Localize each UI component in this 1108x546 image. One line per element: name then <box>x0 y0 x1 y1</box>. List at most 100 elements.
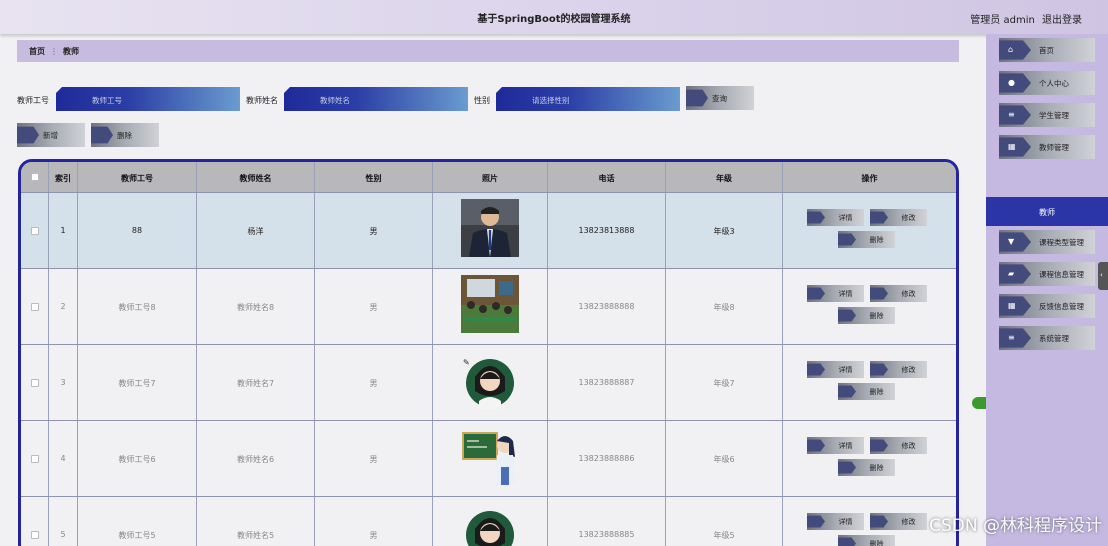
row-checkbox[interactable] <box>31 303 39 311</box>
row-checkbox[interactable] <box>31 227 39 235</box>
row-delete-button[interactable]: 删除 <box>838 383 895 400</box>
sidebar-item-label: 教师管理 <box>1039 143 1069 152</box>
batch-delete-button[interactable]: 删除 <box>91 123 159 147</box>
svg-text:✎: ✎ <box>463 358 470 367</box>
sidebar-item-label: 课程信息管理 <box>1039 270 1084 279</box>
breadcrumb-current: 教师 <box>63 47 79 56</box>
select-all-cell <box>21 162 49 192</box>
add-button-label: 新增 <box>43 131 58 140</box>
edit-button[interactable]: 修改 <box>870 437 927 454</box>
cell-index: 3 <box>49 345 78 421</box>
cell-grade: 年级6 <box>666 421 783 497</box>
breadcrumb-home[interactable]: 首页 <box>29 47 45 56</box>
col-actions: 操作 <box>861 174 878 183</box>
col-index: 索引 <box>49 162 78 192</box>
table-header: 索引 教师工号 教师姓名 性别 照片 电话 年级 操作 <box>21 162 956 192</box>
user-icon: ● <box>1008 78 1015 87</box>
cell-teacher-name: 教师姓名6 <box>197 421 315 497</box>
teacher-name-input[interactable]: 教师姓名 <box>284 87 468 111</box>
cell-gender: 男 <box>315 193 433 269</box>
chevron-right-icon <box>838 461 856 474</box>
row-checkbox[interactable] <box>31 531 39 539</box>
edit-button[interactable]: 修改 <box>870 209 927 226</box>
row-delete-button[interactable]: 删除 <box>838 307 895 324</box>
detail-button-label: 详情 <box>838 290 853 298</box>
float-widget[interactable] <box>972 397 986 409</box>
add-button[interactable]: 新增 <box>17 123 85 147</box>
col-teacher-id: 教师工号 <box>78 162 197 192</box>
cell-teacher-name: 教师姓名8 <box>197 269 315 345</box>
chevron-right-icon <box>807 363 825 376</box>
sidebar-item-5[interactable]: ▼ 课程类型管理 <box>999 230 1095 254</box>
cell-index: 1 <box>49 193 78 269</box>
sidebar-item-7[interactable]: ▦ 反馈信息管理 <box>999 294 1095 318</box>
edit-button-label: 修改 <box>901 214 916 222</box>
chevron-right-icon <box>838 309 856 322</box>
cell-phone: 13823888886 <box>548 421 666 497</box>
cell-phone: 13823888885 <box>548 497 666 546</box>
table-row: 5 教师工号5 教师姓名5 男 13823888885 年级5 详情 修改 删除 <box>21 496 956 546</box>
row-checkbox[interactable] <box>31 379 39 387</box>
detail-button[interactable]: 详情 <box>807 285 864 302</box>
detail-button-label: 详情 <box>838 214 853 222</box>
detail-button[interactable]: 详情 <box>807 513 864 530</box>
list-icon: ≡ <box>1008 333 1015 342</box>
chevron-right-icon <box>91 126 113 144</box>
cell-phone: 13823888887 <box>548 345 666 421</box>
row-checkbox[interactable] <box>31 455 39 463</box>
chevron-right-icon <box>807 515 825 528</box>
row-select-cell <box>21 345 49 421</box>
gender-select[interactable]: 请选择性别 <box>496 87 680 111</box>
chevron-right-icon: ▼ <box>999 232 1031 252</box>
top-bar: 基于SpringBoot的校园管理系统 管理员 admin 退出登录 <box>0 0 1108 34</box>
cell-gender: 男 <box>315 345 433 421</box>
cell-photo <box>433 193 548 269</box>
sidebar-item-3[interactable]: ▦ 教师管理 <box>999 135 1095 159</box>
row-delete-button[interactable]: 删除 <box>838 231 895 248</box>
search-button-label: 查询 <box>712 94 727 103</box>
sidebar-collapse-handle[interactable]: ‹ <box>1098 262 1108 290</box>
cell-photo <box>433 497 548 546</box>
sidebar-item-teacher-active[interactable]: 教师 <box>986 197 1108 226</box>
col-phone: 电话 <box>548 162 666 192</box>
detail-button[interactable]: 详情 <box>807 361 864 378</box>
cell-grade: 年级7 <box>666 345 783 421</box>
teacher-photo <box>461 199 519 257</box>
cell-index: 2 <box>49 269 78 345</box>
teacher-photo: ✎ <box>461 351 519 409</box>
sidebar-item-6[interactable]: ▰ 课程信息管理 <box>999 262 1095 286</box>
list-icon: ≡ <box>1008 110 1015 119</box>
row-select-cell <box>21 497 49 546</box>
select-all-checkbox[interactable] <box>31 173 39 181</box>
sidebar-item-1[interactable]: ● 个人中心 <box>999 71 1095 95</box>
search-button[interactable]: 查询 <box>686 86 754 110</box>
sidebar-item-2[interactable]: ≡ 学生管理 <box>999 103 1095 127</box>
teacher-id-label: 教师工号 <box>17 96 49 105</box>
chevron-right-icon <box>870 439 888 452</box>
chevron-right-icon <box>807 439 825 452</box>
table-row: 4 教师工号6 教师姓名6 男 13823888886 年级6 详情 修改 删除 <box>21 420 956 497</box>
teacher-name-label: 教师姓名 <box>246 96 278 105</box>
detail-button[interactable]: 详情 <box>807 437 864 454</box>
edit-button[interactable]: 修改 <box>870 513 927 530</box>
chevron-right-icon <box>870 211 888 224</box>
sidebar-item-8[interactable]: ≡ 系统管理 <box>999 326 1095 350</box>
batch-delete-button-label: 删除 <box>117 131 132 140</box>
row-delete-button-label: 删除 <box>869 388 884 396</box>
edit-button[interactable]: 修改 <box>870 361 927 378</box>
row-delete-button[interactable]: 删除 <box>838 459 895 476</box>
chevron-right-icon <box>838 385 856 398</box>
sidebar-item-label: 学生管理 <box>1039 111 1069 120</box>
teacher-id-input[interactable]: 教师工号 <box>56 87 240 111</box>
row-delete-button[interactable]: 删除 <box>838 535 895 546</box>
cell-actions: 详情 修改删除 <box>783 269 956 345</box>
breadcrumb-separator: ⋮ <box>50 47 58 56</box>
sidebar-item-0[interactable]: ⌂ 首页 <box>999 38 1095 62</box>
cell-teacher-id: 教师工号7 <box>78 345 197 421</box>
detail-button[interactable]: 详情 <box>807 209 864 226</box>
edit-button[interactable]: 修改 <box>870 285 927 302</box>
logout-link[interactable]: 退出登录 <box>1042 15 1082 26</box>
chevron-right-icon: ▦ <box>999 137 1031 157</box>
cell-photo <box>433 421 548 497</box>
row-delete-button-label: 删除 <box>869 236 884 244</box>
